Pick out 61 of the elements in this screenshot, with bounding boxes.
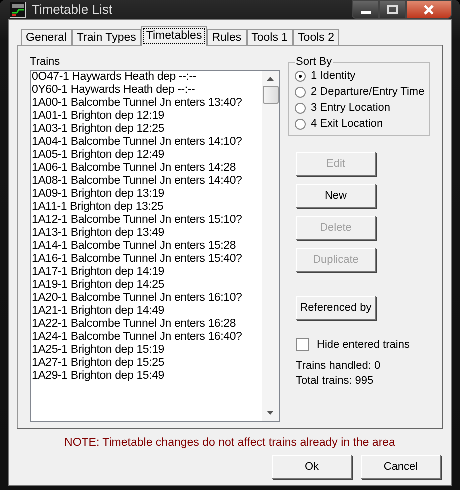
scroll-bar[interactable] <box>262 71 279 421</box>
stat-text: Total trains: 995 <box>296 375 375 387</box>
train-item[interactable]: 0O47-1 Haywards Heath dep --:-- <box>32 71 262 84</box>
radio-button[interactable] <box>295 102 306 114</box>
radio-button[interactable] <box>295 118 306 130</box>
sort-by-label: Sort By <box>295 56 334 68</box>
maximize-icon <box>386 4 398 14</box>
radio-button[interactable] <box>295 86 306 98</box>
scroll-thumb[interactable] <box>262 86 278 104</box>
train-item[interactable]: 1A14-1 Balcombe Tunnel Jn enters 15:28 <box>32 240 262 253</box>
tab[interactable]: Timetables <box>141 26 208 46</box>
train-item[interactable]: 1A04-1 Balcombe Tunnel Jn enters 14:10? <box>32 136 262 149</box>
radio-button[interactable] <box>295 70 306 82</box>
train-item[interactable]: 1A24-1 Balcombe Tunnel Jn enters 16:40? <box>32 331 262 344</box>
train-item[interactable]: 1A05-1 Brighton dep 12:49 <box>32 149 262 162</box>
stat-text: Trains handled: 0 <box>296 360 382 372</box>
dialog-button[interactable]: Cancel <box>361 455 441 479</box>
train-item[interactable]: 1A16-1 Balcombe Tunnel Jn enters 15:40? <box>32 253 262 266</box>
tab[interactable]: Rules <box>207 29 247 45</box>
dialog-button[interactable]: Ok <box>272 455 352 479</box>
note-text: NOTE: Timetable changes do not affect trains already in the area <box>64 437 396 449</box>
maximize-button[interactable] <box>379 0 406 19</box>
train-item[interactable]: 1A13-1 Brighton dep 13:49 <box>32 227 262 240</box>
minimize-icon <box>360 11 370 14</box>
tab[interactable]: Tools 1 <box>246 29 294 45</box>
close-button[interactable] <box>406 0 452 19</box>
tab[interactable]: General <box>21 29 72 45</box>
train-item[interactable]: 1A09-1 Brighton dep 13:19 <box>32 188 262 201</box>
tab[interactable]: Train Types <box>72 29 142 45</box>
checkbox[interactable] <box>296 338 309 351</box>
radio-label: 3 Entry Location <box>311 102 390 114</box>
train-item[interactable]: 1A08-1 Balcombe Tunnel Jn enters 14:40? <box>32 175 262 188</box>
train-item[interactable]: 1A29-1 Brighton dep 15:49 <box>32 370 262 383</box>
train-item[interactable]: 1A21-1 Brighton dep 14:49 <box>32 305 262 318</box>
train-item[interactable]: 1A06-1 Balcombe Tunnel Jn enters 14:28 <box>32 162 262 175</box>
train-item[interactable]: 1A17-1 Brighton dep 14:19 <box>32 266 262 279</box>
radio-label: 4 Exit Location <box>311 118 384 130</box>
app-icon <box>10 2 26 18</box>
train-item[interactable]: 1A11-1 Brighton dep 13:25 <box>32 201 262 214</box>
train-item[interactable]: 1A25-1 Brighton dep 15:19 <box>32 344 262 357</box>
tab[interactable]: Tools 2 <box>293 29 340 45</box>
train-item[interactable]: 1A22-1 Balcombe Tunnel Jn enters 16:28 <box>32 318 262 331</box>
trains-label: Trains <box>30 56 62 68</box>
action-button[interactable]: New <box>296 184 376 208</box>
scroll-down-icon[interactable] <box>267 411 274 415</box>
train-item[interactable]: 1A19-1 Brighton dep 14:25 <box>32 279 262 292</box>
radio-label: 2 Departure/Entry Time <box>311 86 425 98</box>
checkbox-label: Hide entered trains <box>317 338 410 350</box>
train-item[interactable]: 1A27-1 Brighton dep 15:25 <box>32 357 262 370</box>
train-item[interactable]: 0Y60-1 Haywards Heath dep --:-- <box>32 84 262 97</box>
referenced-by-button[interactable]: Referenced by <box>296 296 376 320</box>
radio-label: 1 Identity <box>311 70 356 82</box>
train-item[interactable]: 1A03-1 Brighton dep 12:25 <box>32 123 262 136</box>
window-title: Timetable List <box>32 2 114 17</box>
close-icon <box>423 4 435 14</box>
train-item[interactable]: 1A12-1 Balcombe Tunnel Jn enters 15:10? <box>32 214 262 227</box>
minimize-button[interactable] <box>352 0 379 19</box>
train-item[interactable]: 1A01-1 Brighton dep 12:19 <box>32 110 262 123</box>
train-item[interactable]: 1A20-1 Balcombe Tunnel Jn enters 16:10? <box>32 292 262 305</box>
scroll-up-icon[interactable] <box>267 77 274 81</box>
train-item[interactable]: 1A00-1 Balcombe Tunnel Jn enters 13:40? <box>32 97 262 110</box>
